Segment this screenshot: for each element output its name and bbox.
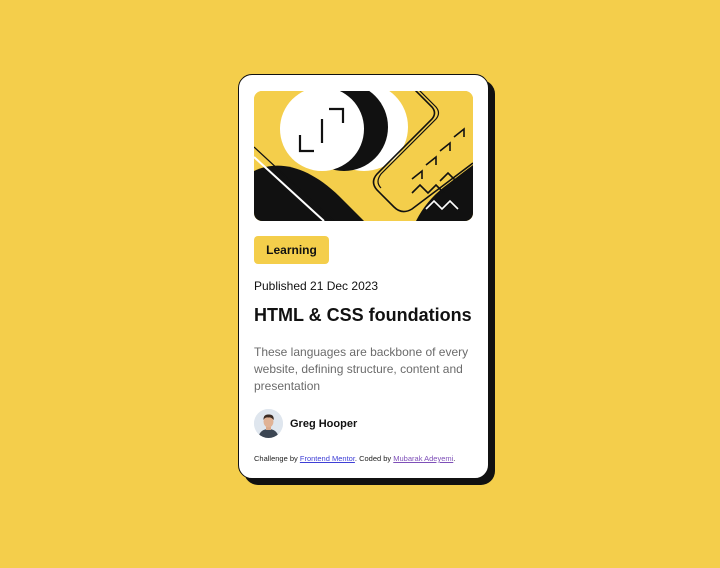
attribution-prefix: Challenge by [254,454,300,463]
blog-illustration [254,91,473,221]
card-description: These languages are backbone of every we… [254,345,469,393]
card-title[interactable]: HTML & CSS foundations [254,305,472,326]
attribution-suffix: . [453,454,456,463]
attribution: Challenge by Frontend Mentor. Coded by M… [254,454,455,463]
coder-link[interactable]: Mubarak Adeyemi [393,454,453,463]
attribution-middle: . Coded by [354,454,394,463]
author: Greg Hooper [254,409,357,438]
avatar [254,409,283,438]
blog-preview-card: Learning Published 21 Dec 2023 HTML & CS… [238,74,489,479]
author-name: Greg Hooper [290,417,358,430]
published-date: Published 21 Dec 2023 [254,279,379,293]
frontend-mentor-link[interactable]: Frontend Mentor [300,454,355,463]
category-tag: Learning [254,236,329,264]
